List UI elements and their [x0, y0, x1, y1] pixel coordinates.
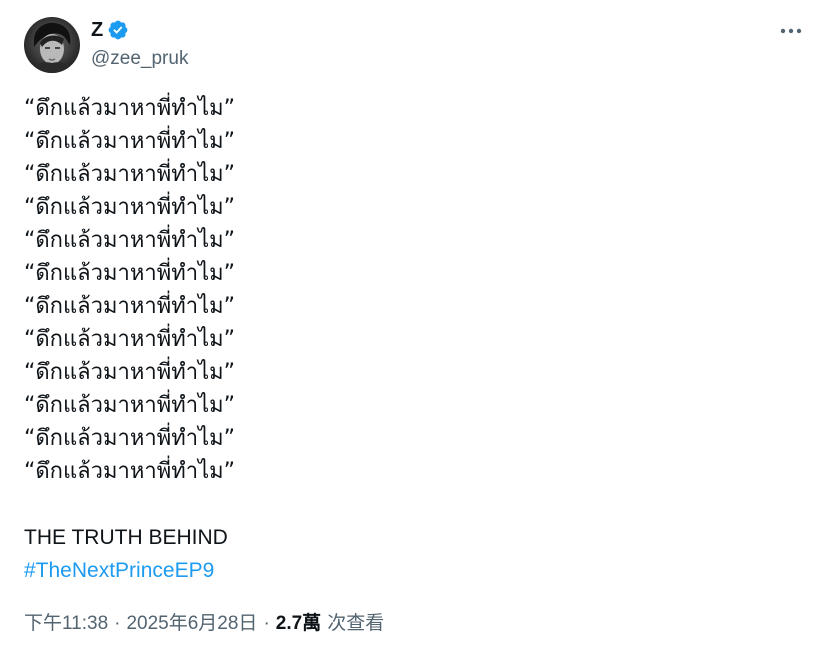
tweet-meta: 下午11:38 · 2025年6月28日 · 2.7萬 次查看: [24, 610, 384, 638]
views-label: 次查看: [327, 613, 385, 634]
tweet-line: “ดึกแล้วมาหาพี่ทำไม”: [24, 327, 236, 352]
tweet-line: “ดึกแล้วมาหาพี่ทำไม”: [24, 426, 236, 451]
more-options-icon: [780, 28, 802, 34]
avatar-image: [24, 17, 80, 73]
paragraph-break: [24, 488, 804, 521]
tweet-line: “ดึกแล้วมาหาพี่ทำไม”: [24, 393, 236, 418]
author-handle[interactable]: @zee_pruk: [91, 47, 188, 71]
author-display-name[interactable]: Z: [91, 18, 103, 42]
tweet-line: “ดึกแล้วมาหาพี่ทำไม”: [24, 261, 236, 286]
meta-separator: ·: [114, 613, 121, 634]
avatar[interactable]: [24, 17, 80, 73]
tweet-line: “ดึกแล้วมาหาพี่ทำไม”: [24, 195, 236, 220]
author-name-row[interactable]: Z: [91, 18, 129, 42]
tweet-card: Z @zee_pruk “ดึกแล้วมาหาพี่ทำไม” “ดึกแล้…: [0, 0, 826, 658]
tweet-tagline: THE TRUTH BEHIND: [24, 526, 228, 549]
more-options-button[interactable]: [774, 18, 808, 44]
hashtag-link[interactable]: #TheNextPrinceEP9: [24, 559, 214, 582]
tweet-date[interactable]: 2025年6月28日: [126, 610, 257, 638]
tweet-line: “ดึกแล้วมาหาพี่ทำไม”: [24, 294, 236, 319]
tweet-text: “ดึกแล้วมาหาพี่ทำไม” “ดึกแล้วมาหาพี่ทำไม…: [24, 92, 804, 587]
tweet-line: “ดึกแล้วมาหาพี่ทำไม”: [24, 459, 236, 484]
verified-badge-icon: [107, 19, 129, 41]
meta-separator: ·: [263, 613, 270, 634]
tweet-line: “ดึกแล้วมาหาพี่ทำไม”: [24, 228, 236, 253]
tweet-line: “ดึกแล้วมาหาพี่ทำไม”: [24, 129, 236, 154]
tweet-time[interactable]: 下午11:38: [24, 610, 108, 638]
tweet-line: “ดึกแล้วมาหาพี่ทำไม”: [24, 360, 236, 385]
views-count[interactable]: 2.7萬: [276, 610, 321, 638]
tweet-line: “ดึกแล้วมาหาพี่ทำไม”: [24, 96, 236, 121]
tweet-line: “ดึกแล้วมาหาพี่ทำไม”: [24, 162, 236, 187]
